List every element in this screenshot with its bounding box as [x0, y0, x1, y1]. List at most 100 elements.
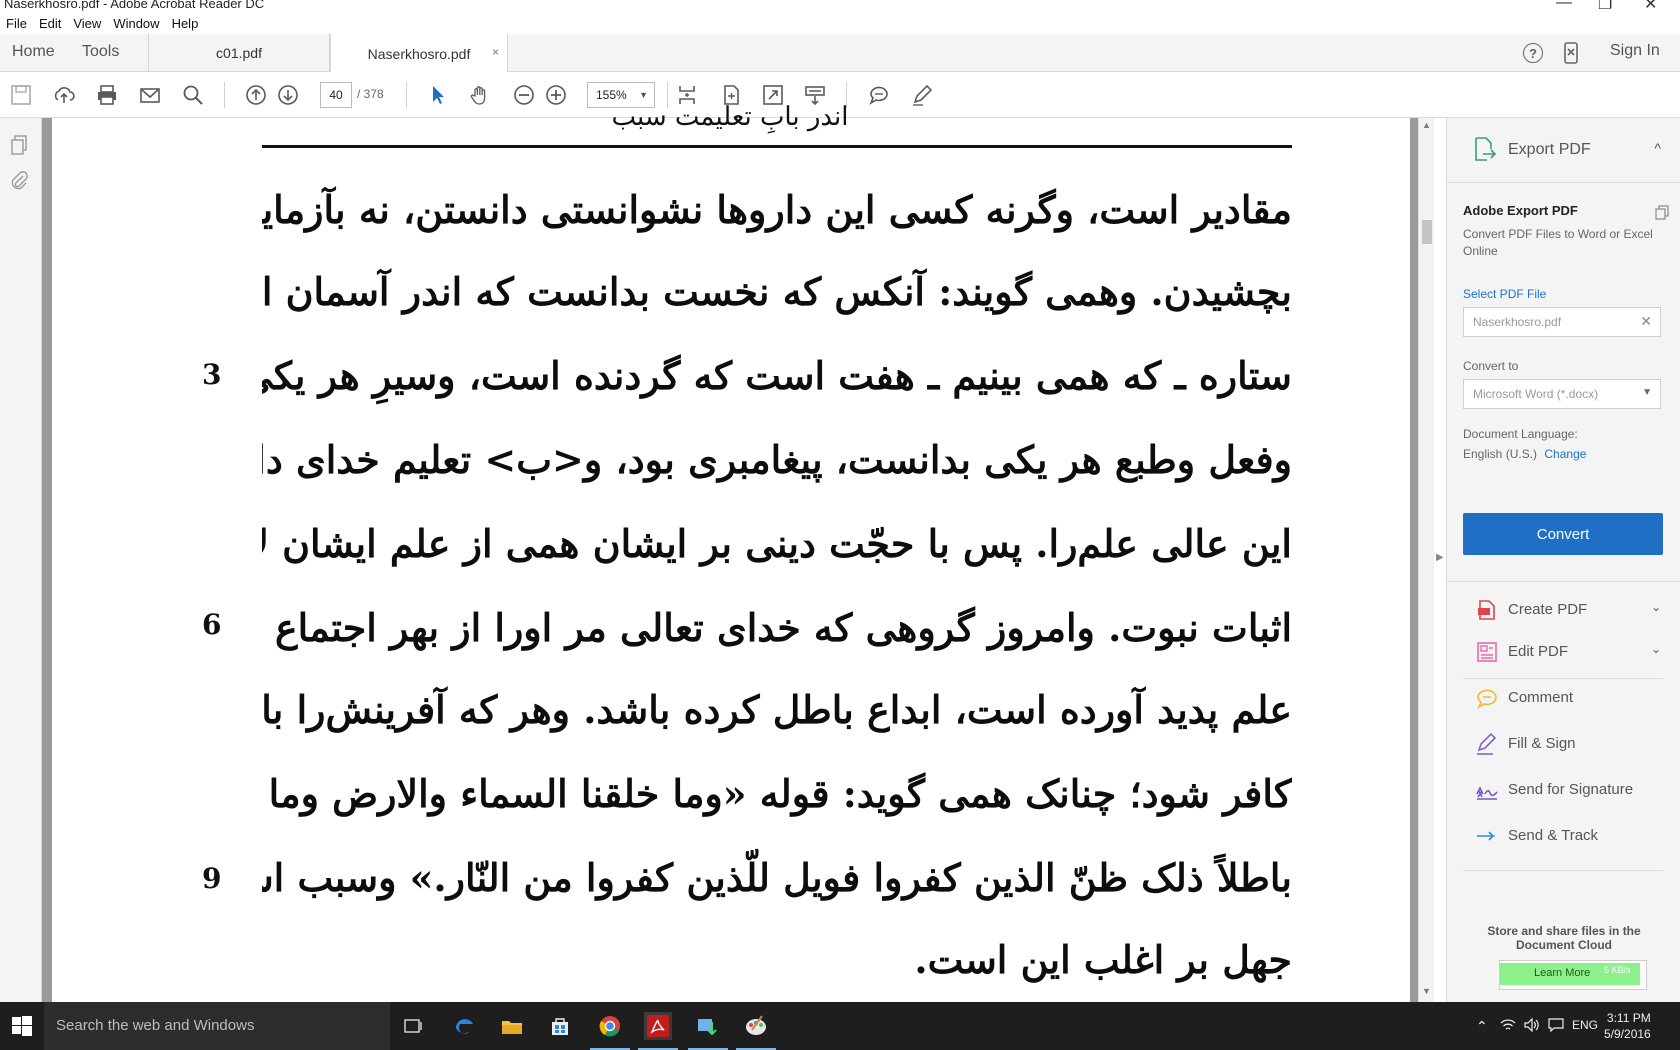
learn-more-button[interactable]: Learn More 5 KB/s	[1499, 960, 1647, 990]
toolbar-divider	[224, 82, 225, 108]
menu-view[interactable]: View	[67, 14, 107, 34]
clock-date: 5/9/2016	[1604, 1027, 1651, 1041]
chrome-icon[interactable]	[590, 1012, 630, 1050]
previous-page-icon[interactable]	[245, 84, 267, 106]
menu-file[interactable]: File	[0, 14, 33, 34]
export-description: Convert PDF Files to Word or Excel Onlin…	[1463, 227, 1653, 258]
menu-edit[interactable]: Edit	[33, 14, 67, 34]
save-icon[interactable]	[10, 84, 32, 106]
tools-pane: Export PDF ^ Adobe Export PDF Convert PD…	[1446, 118, 1680, 1002]
scrollbar-thumb[interactable]	[1422, 220, 1432, 244]
acrobat-reader-icon[interactable]	[638, 1012, 678, 1050]
text-line: باطلاً ذلک ظنّ الذین کفروا فویل للّذین ک…	[262, 855, 1292, 900]
tool-send-for-signature[interactable]: Send for Signature	[1447, 772, 1680, 812]
select-cursor-icon[interactable]	[427, 84, 449, 106]
page-thumbnails-icon[interactable]	[9, 134, 29, 156]
tab-home[interactable]: Home	[12, 43, 55, 61]
fill-sign-icon	[1475, 732, 1499, 756]
menu-window[interactable]: Window	[107, 14, 165, 34]
download-speed: 5 KB/s	[1604, 965, 1631, 975]
document-language-label: Document Language:	[1463, 427, 1578, 441]
text-line: ستاره ـ که همی بینیم ـ هفت است که گردنده…	[262, 353, 1292, 398]
notifications-icon[interactable]	[1548, 1018, 1564, 1035]
file-explorer-icon[interactable]	[498, 1012, 526, 1040]
search-icon[interactable]	[182, 84, 204, 106]
convert-button[interactable]: Convert	[1463, 513, 1663, 555]
tab-naserkhosro-pdf[interactable]: Naserkhosro.pdf ×	[330, 34, 508, 73]
paint-app-icon[interactable]	[736, 1012, 776, 1050]
text-line: کافر شود؛ چنانک همی گوید: قوله «وما خلقن…	[262, 771, 1292, 816]
windows-start-icon[interactable]	[12, 1016, 32, 1036]
line-number: 6	[202, 608, 222, 641]
clock-time: 3:11 PM	[1606, 1011, 1651, 1025]
windows-taskbar: Search the web and Windows ⌃ ENG 3:11 PM	[0, 1002, 1680, 1050]
mobile-link-icon[interactable]	[1562, 42, 1580, 64]
attachment-icon[interactable]	[9, 170, 29, 192]
page-number-input[interactable]: 40	[320, 82, 352, 108]
edge-browser-icon[interactable]	[450, 1012, 478, 1040]
tab-tools[interactable]: Tools	[82, 43, 119, 61]
convert-format-select[interactable]: Microsoft Word (*.docx) ▼	[1463, 379, 1661, 409]
text-line: وفعل وطبع هر یکی بدانست، پیغامبری بود، و…	[262, 437, 1292, 482]
hand-tool-icon[interactable]	[469, 84, 491, 106]
minimize-button[interactable]: —	[1556, 0, 1572, 12]
system-clock[interactable]: 3:11 PM 5/9/2016	[1604, 1010, 1651, 1042]
tool-create-pdf[interactable]: Create PDF ⌄	[1447, 592, 1680, 632]
export-pdf-header[interactable]: Export PDF ^	[1447, 134, 1680, 174]
export-pdf-panel: Adobe Export PDF Convert PDF Files to Wo…	[1447, 182, 1680, 582]
maximize-button[interactable]: ❐	[1598, 0, 1612, 14]
show-hidden-icons-icon[interactable]: ⌃	[1476, 1018, 1488, 1035]
selected-file-field[interactable]: Naserkhosro.pdf ✕	[1463, 307, 1661, 337]
text-line: علم پدید آورده است، ابداع باطل کرده باشد…	[262, 687, 1292, 732]
chevron-down-icon: ▼	[1642, 387, 1652, 398]
task-view-icon[interactable]	[400, 1012, 428, 1040]
line-number: 3	[202, 358, 222, 391]
menu-help[interactable]: Help	[166, 14, 205, 34]
tool-edit-pdf[interactable]: Edit PDF ⌄	[1447, 634, 1680, 674]
select-pdf-file-link[interactable]: Select PDF File	[1463, 287, 1546, 301]
volume-icon[interactable]	[1524, 1017, 1540, 1035]
export-pdf-label: Export PDF	[1508, 141, 1591, 158]
menu-bar: File Edit View Window Help	[0, 14, 1680, 34]
taskbar-search-box[interactable]: Search the web and Windows	[44, 1002, 390, 1050]
document-language-row: English (U.S.) Change	[1463, 447, 1586, 461]
upload-cloud-icon[interactable]	[53, 84, 75, 106]
help-icon[interactable]: ?	[1523, 43, 1543, 63]
download-manager-icon[interactable]	[688, 1012, 728, 1050]
send-track-icon	[1475, 824, 1499, 848]
change-language-link[interactable]: Change	[1544, 447, 1586, 461]
signature-icon	[1475, 778, 1499, 802]
tab-label: Naserkhosro.pdf	[367, 45, 471, 62]
tab-c01-pdf[interactable]: c01.pdf	[148, 34, 330, 72]
close-window-button[interactable]: ✕	[1644, 0, 1657, 14]
chevron-up-icon[interactable]: ^	[1654, 140, 1661, 156]
scroll-up-icon[interactable]: ▲	[1422, 120, 1431, 130]
copy-icon[interactable]	[1655, 205, 1669, 221]
tool-send-track[interactable]: Send & Track	[1447, 818, 1680, 858]
chevron-down-icon[interactable]: ⌄	[1651, 600, 1661, 614]
sign-in-link[interactable]: Sign In	[1610, 42, 1660, 60]
tool-fill-sign[interactable]: Fill & Sign	[1447, 726, 1680, 766]
wifi-icon[interactable]	[1500, 1018, 1516, 1035]
chevron-down-icon[interactable]: ⌄	[1651, 642, 1661, 656]
document-cloud-promo: Store and share files in the Document Cl…	[1487, 924, 1641, 952]
collapse-right-pane-icon[interactable]: ▶	[1436, 552, 1444, 563]
text-line: بچشیدن. وهمی گویند: آنکس که نخست بدانست …	[262, 269, 1292, 314]
scroll-down-icon[interactable]: ▼	[1422, 986, 1431, 996]
next-page-icon[interactable]	[277, 84, 299, 106]
left-navigation-rail	[0, 118, 42, 1002]
vertical-scrollbar[interactable]: ▲ ▼	[1418, 118, 1434, 1002]
document-language-value: English (U.S.)	[1463, 447, 1538, 461]
input-language-indicator[interactable]: ENG	[1572, 1018, 1598, 1032]
tool-comment[interactable]: Comment	[1447, 680, 1680, 720]
store-icon[interactable]	[546, 1012, 574, 1040]
tab-label: c01.pdf	[216, 45, 262, 61]
page-header-fragment: اندر بابِ تعلیمت سبب	[611, 102, 849, 132]
text-line: جهل بر اغلب این است.	[914, 937, 1292, 982]
export-pdf-icon	[1473, 136, 1497, 162]
divider	[1463, 678, 1663, 679]
close-tab-icon[interactable]: ×	[492, 45, 499, 59]
print-icon[interactable]	[96, 84, 118, 106]
clear-icon[interactable]: ✕	[1640, 313, 1652, 330]
email-icon[interactable]	[139, 84, 161, 106]
